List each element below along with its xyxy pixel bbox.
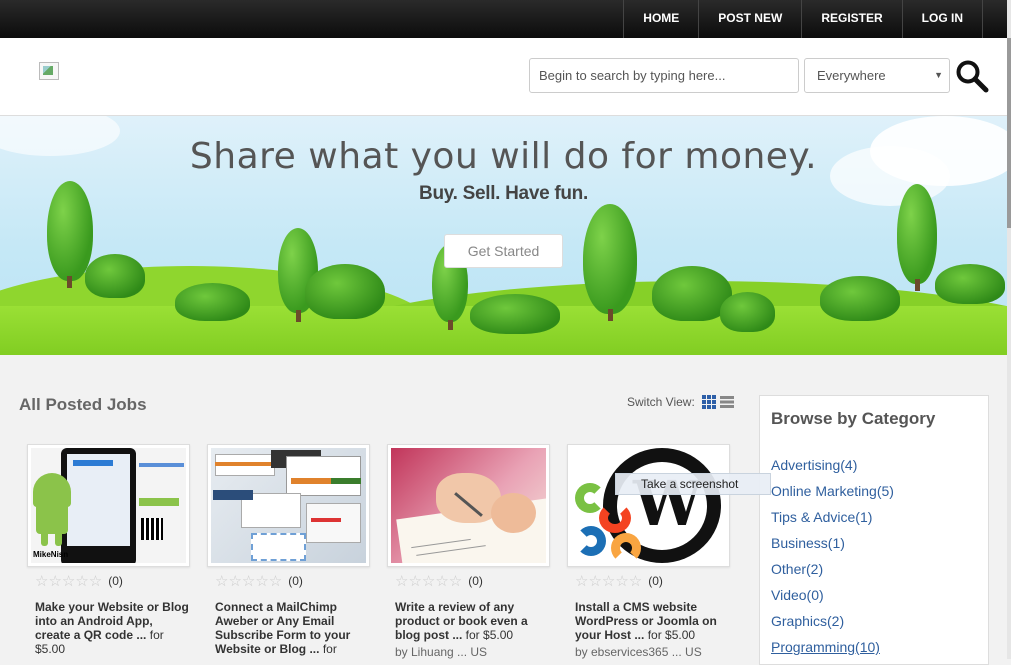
category-link-graphics[interactable]: Graphics(2) [771,613,844,629]
category-link-online-marketing[interactable]: Online Marketing(5) [771,483,894,499]
rating-count: (0) [648,574,663,588]
job-price: $5.00 [665,628,696,642]
switch-view: Switch View: [627,395,734,409]
job-title-link[interactable]: Install a CMS website WordPress or Jooml… [575,600,730,642]
search-scope-select[interactable]: Everywhere ▼ [804,58,950,93]
category-item: Programming(10) [771,639,894,665]
rating-stars-icon: ☆☆☆☆☆ [215,573,283,590]
bush-decoration [85,254,145,298]
get-started-button[interactable]: Get Started [444,234,563,268]
job-card[interactable]: MikeNisn ☆☆☆☆☆ (0) Make your Website or B… [27,444,190,656]
writing-hand-image [391,448,546,563]
category-list: Advertising(4) Online Marketing(5) Tips … [771,457,894,665]
category-item: Graphics(2) [771,613,894,639]
category-link-advertising[interactable]: Advertising(4) [771,457,857,473]
job-thumbnail[interactable] [207,444,370,567]
bush-decoration [935,264,1005,304]
job-title-text: Make your Website or Blog into an Androi… [35,600,189,642]
star-rating: ☆☆☆☆☆ (0) [35,572,190,590]
jobs-section-title: All Posted Jobs [19,395,147,414]
rating-count: (0) [468,574,483,588]
category-link-programming[interactable]: Programming(10) [771,639,880,655]
job-author[interactable]: by ebservices365 ... US [575,645,730,659]
job-price: $5.00 [483,628,514,642]
job-thumbnail[interactable]: MikeNisn [27,444,190,567]
category-item: Business(1) [771,535,894,561]
email-forms-image [211,448,366,563]
search-input[interactable] [529,58,799,93]
sidebar-title: Browse by Category [771,409,936,428]
job-price: $5.00 [35,642,66,656]
job-title-link[interactable]: Connect a MailChimp Aweber or Any Email … [215,600,370,656]
category-item: Online Marketing(5) [771,483,894,509]
main-nav: HOME POST NEW REGISTER LOG IN [623,0,983,38]
hero-title: Share what you will do for money. [189,136,818,177]
job-title-link[interactable]: Make your Website or Blog into an Androi… [35,600,190,656]
job-card[interactable]: ☆☆☆☆☆ (0) Write a review of any product o… [387,444,550,659]
bush-decoration [470,294,560,334]
rating-stars-icon: ☆☆☆☆☆ [35,573,103,590]
top-navigation-bar: HOME POST NEW REGISTER LOG IN [0,0,1007,38]
bush-decoration [305,264,385,319]
hero-banner: Share what you will do for money. Buy. S… [0,116,1007,355]
category-item: Tips & Advice(1) [771,509,894,535]
job-title-link[interactable]: Write a review of any product or book ev… [395,600,550,642]
job-for-text: for [322,642,337,656]
rating-stars-icon: ☆☆☆☆☆ [575,573,643,590]
list-view-icon[interactable] [719,396,734,408]
star-rating: ☆☆☆☆☆ (0) [215,572,370,590]
nav-post-new-link[interactable]: POST NEW [698,0,801,38]
rating-count: (0) [108,574,123,588]
job-thumbnail[interactable]: W [567,444,730,567]
hero-subtitle: Buy. Sell. Have fun. [419,183,588,204]
category-link-video[interactable]: Video(0) [771,587,824,603]
android-app-image: MikeNisn [31,448,186,563]
category-link-other[interactable]: Other(2) [771,561,823,577]
switch-view-label: Switch View: [627,395,695,409]
job-for-text: for [149,628,164,642]
category-sidebar: Browse by Category Advertising(4) Online… [759,395,989,665]
job-title-text: Install a CMS website WordPress or Jooml… [575,600,717,642]
job-card[interactable]: ☆☆☆☆☆ (0) Connect a MailChimp Aweber or A… [207,444,370,656]
category-item: Other(2) [771,561,894,587]
job-thumbnail[interactable] [387,444,550,567]
search-icon[interactable] [955,59,989,93]
search-scope-value: Everywhere [817,68,886,83]
category-item: Video(0) [771,587,894,613]
dropdown-arrow-icon: ▼ [934,70,943,80]
site-logo-broken-image-icon[interactable] [39,62,59,80]
screenshot-tooltip: Take a screenshot [615,473,771,495]
thumb-caption: MikeNisn [33,550,69,559]
job-author[interactable]: by Lihuang ... US [395,645,550,659]
nav-register-link[interactable]: REGISTER [801,0,901,38]
site-header: Everywhere ▼ [0,38,1007,116]
bush-decoration [820,276,900,321]
category-item: Advertising(4) [771,457,894,483]
page-scrollbar[interactable] [1007,0,1011,659]
bush-decoration [720,292,775,332]
grid-view-icon[interactable] [701,395,716,409]
category-link-business[interactable]: Business(1) [771,535,845,551]
job-for-text: for [647,628,662,642]
rating-stars-icon: ☆☆☆☆☆ [395,573,463,590]
star-rating: ☆☆☆☆☆ (0) [575,572,730,590]
job-for-text: for [465,628,480,642]
scrollbar-thumb[interactable] [1007,38,1011,228]
nav-home-link[interactable]: HOME [623,0,698,38]
bush-decoration [175,283,250,321]
star-rating: ☆☆☆☆☆ (0) [395,572,550,590]
cms-logos-image: W [571,448,726,563]
rating-count: (0) [288,574,303,588]
nav-login-link[interactable]: LOG IN [901,0,983,38]
category-link-tips-advice[interactable]: Tips & Advice(1) [771,509,872,525]
